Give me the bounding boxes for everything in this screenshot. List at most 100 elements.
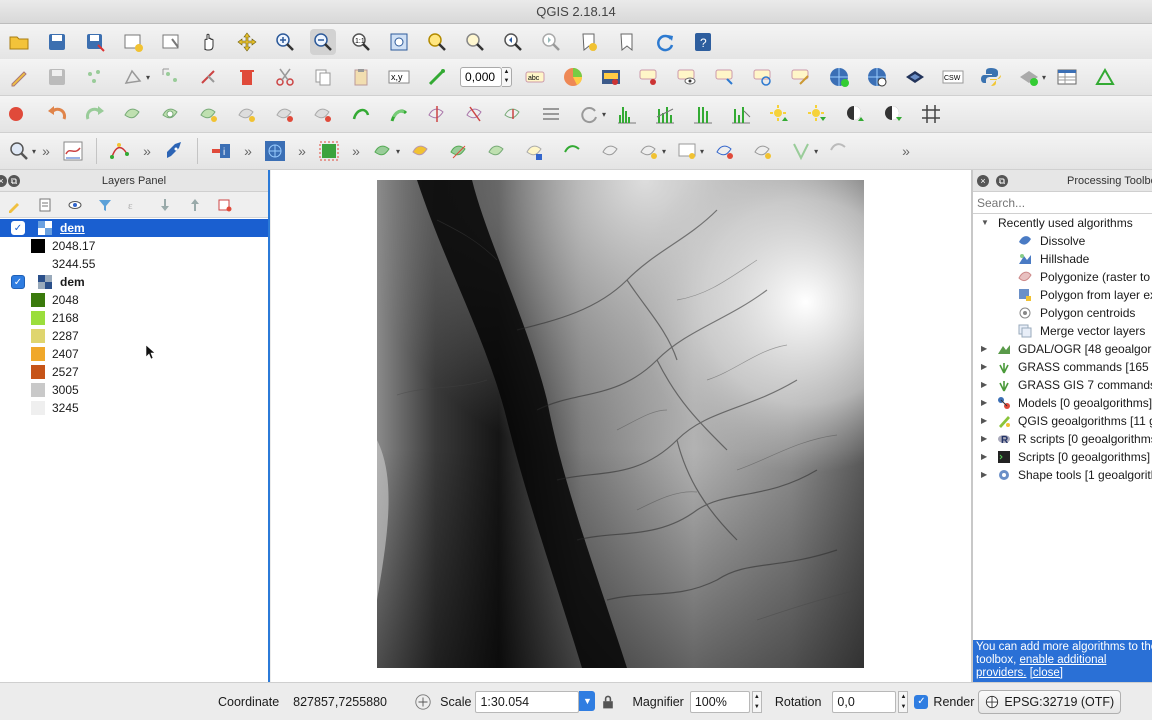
merge-attributes-icon[interactable] — [538, 101, 564, 127]
rectangle-select-icon[interactable] — [316, 138, 342, 164]
fill-ring-icon[interactable] — [234, 101, 260, 127]
copy-features-icon[interactable] — [310, 64, 336, 90]
layer-row-dem-colored[interactable]: ✓ dem — [0, 273, 268, 291]
toolbar-overflow-chevron-6[interactable]: » — [898, 143, 914, 159]
scale-value[interactable]: 1:30.054 — [475, 690, 580, 713]
zoom-out-icon[interactable] — [310, 29, 336, 55]
add-layer-icon[interactable] — [1016, 64, 1042, 90]
refresh-icon[interactable] — [652, 29, 678, 55]
cut-features-icon[interactable] — [272, 64, 298, 90]
rotate-point-symbols-icon[interactable] — [576, 101, 602, 127]
brightness-down-icon[interactable] — [804, 101, 830, 127]
rotation-spin-arrows[interactable]: ▲ ▼ — [502, 67, 513, 87]
change-label-icon[interactable] — [788, 64, 814, 90]
split-features-icon[interactable] — [424, 101, 450, 127]
render-checkbox[interactable]: ✓ — [914, 694, 929, 709]
add-feature-icon[interactable] — [82, 64, 108, 90]
filter-icon[interactable] — [94, 195, 116, 215]
remove-layer-icon[interactable] — [214, 195, 236, 215]
zoom-to-selection-icon[interactable] — [424, 29, 450, 55]
layer-visibility-checkbox[interactable]: ✓ — [11, 275, 25, 289]
form-annotation-icon[interactable] — [712, 138, 738, 164]
save-edits-icon[interactable] — [44, 64, 70, 90]
undo-icon[interactable] — [44, 101, 70, 127]
crs-button[interactable]: EPSG:32719 (OTF) — [978, 689, 1122, 714]
contrast-up-icon[interactable] — [842, 101, 868, 127]
toolbar-overflow-chevron[interactable]: » — [38, 143, 54, 159]
close-notice-link[interactable]: [close] — [1030, 667, 1063, 679]
simplify-icon[interactable] — [120, 101, 146, 127]
label-highlight-icon[interactable] — [598, 64, 624, 90]
toolbox-search-input[interactable] — [977, 196, 1147, 210]
provider-group[interactable]: ▶ GRASS GIS 7 commands [300 geoalgorithm… — [973, 376, 1152, 394]
offset-curve-icon[interactable] — [386, 101, 412, 127]
rotation-input[interactable] — [460, 67, 503, 87]
algorithm-item[interactable]: Polygonize (raster to vector) — [973, 268, 1152, 286]
paste-features-icon[interactable] — [348, 64, 374, 90]
move-annotation-icon[interactable] — [826, 138, 852, 164]
local-histogram-icon[interactable] — [652, 101, 678, 127]
expand-right-icon[interactable]: ▶ — [981, 448, 987, 466]
pan-to-selection-icon[interactable] — [234, 29, 260, 55]
wfs-layer-icon[interactable] — [902, 64, 928, 90]
move-label-icon[interactable] — [712, 64, 738, 90]
panel-close-icon[interactable]: × — [0, 175, 7, 187]
pan-hand-icon[interactable] — [196, 29, 222, 55]
providers-link[interactable]: providers. — [976, 667, 1027, 679]
identify-icon[interactable] — [6, 138, 32, 164]
provider-group[interactable]: ▶ GRASS commands [165 geoalgorithms] — [973, 358, 1152, 376]
info-tool-icon[interactable]: i — [208, 138, 234, 164]
expand-all-icon[interactable] — [154, 195, 176, 215]
show-bookmarks-icon[interactable] — [614, 29, 640, 55]
save-as-icon[interactable] — [82, 29, 108, 55]
map-tips-icon[interactable] — [636, 138, 662, 164]
stretch-local-icon[interactable] — [728, 101, 754, 127]
expand-right-icon[interactable]: ▶ — [981, 376, 987, 394]
zoom-native-resolution-icon[interactable]: 1:1 — [348, 29, 374, 55]
graph-icon[interactable] — [60, 138, 86, 164]
toggle-editing-icon[interactable] — [6, 64, 32, 90]
provider-group[interactable]: ▶ QGIS geoalgorithms [11 geoalgorithms] — [973, 412, 1152, 430]
toolbar-overflow-chevron-4[interactable]: » — [294, 143, 310, 159]
histogram-icon[interactable] — [614, 101, 640, 127]
magnifier-value[interactable]: 100% — [689, 690, 750, 713]
delete-part-icon[interactable] — [310, 101, 336, 127]
toolbar-overflow-chevron-5[interactable]: » — [348, 143, 364, 159]
text-annotation-icon[interactable] — [674, 138, 700, 164]
toolbox-close-icon[interactable]: × — [977, 175, 989, 187]
provider-group[interactable]: ▶ Scripts [0 geoalgorithms] — [973, 448, 1152, 466]
zoom-full-icon[interactable] — [386, 29, 412, 55]
algorithm-item[interactable]: Dissolve — [973, 232, 1152, 250]
zoom-last-icon[interactable] — [500, 29, 526, 55]
current-edits-icon[interactable] — [6, 101, 32, 127]
expand-right-icon[interactable]: ▶ — [981, 466, 987, 484]
provider-group[interactable]: ▶ R R scripts [0 geoalgorithms] — [973, 430, 1152, 448]
toggle-extents-icon[interactable] — [413, 692, 433, 712]
filter-expression-icon[interactable]: ε — [124, 195, 146, 215]
redo-icon[interactable] — [82, 101, 108, 127]
rotation-spinbox[interactable]: ▲▼ — [460, 66, 513, 88]
visibility-eye-icon[interactable] — [64, 195, 86, 215]
map-canvas[interactable] — [271, 170, 971, 682]
delete-ring-icon[interactable] — [272, 101, 298, 127]
styling-icon[interactable] — [34, 195, 56, 215]
coordinate-value[interactable]: 827857,7255880 — [293, 695, 411, 709]
toolbar-overflow-chevron-2[interactable]: » — [139, 143, 155, 159]
layer-visibility-checkbox[interactable]: ✓ — [11, 221, 25, 235]
scale-lock-icon[interactable] — [598, 692, 618, 712]
toolbar-overflow-chevron-3[interactable]: » — [240, 143, 256, 159]
help-icon[interactable]: ? — [690, 29, 716, 55]
rotate-label-tool-icon[interactable] — [750, 64, 776, 90]
deselect-icon[interactable] — [484, 138, 510, 164]
wms-globe-icon[interactable] — [826, 64, 852, 90]
collapse-all-icon[interactable] — [184, 195, 206, 215]
panel-float-icon[interactable]: ⧉ — [8, 175, 20, 187]
provider-group[interactable]: ▶ Shape tools [1 geoalgorithms] — [973, 466, 1152, 484]
algorithm-item[interactable]: Polygon from layer extent — [973, 286, 1152, 304]
provider-group[interactable]: ▶ GDAL/OGR [48 geoalgorithms] — [973, 340, 1152, 358]
contrast-down-icon[interactable] — [880, 101, 906, 127]
rotate-label-icon[interactable] — [424, 64, 450, 90]
brightness-up-icon[interactable] — [766, 101, 792, 127]
move-feature-icon[interactable] — [158, 64, 184, 90]
svg-annotation-icon[interactable] — [750, 138, 776, 164]
